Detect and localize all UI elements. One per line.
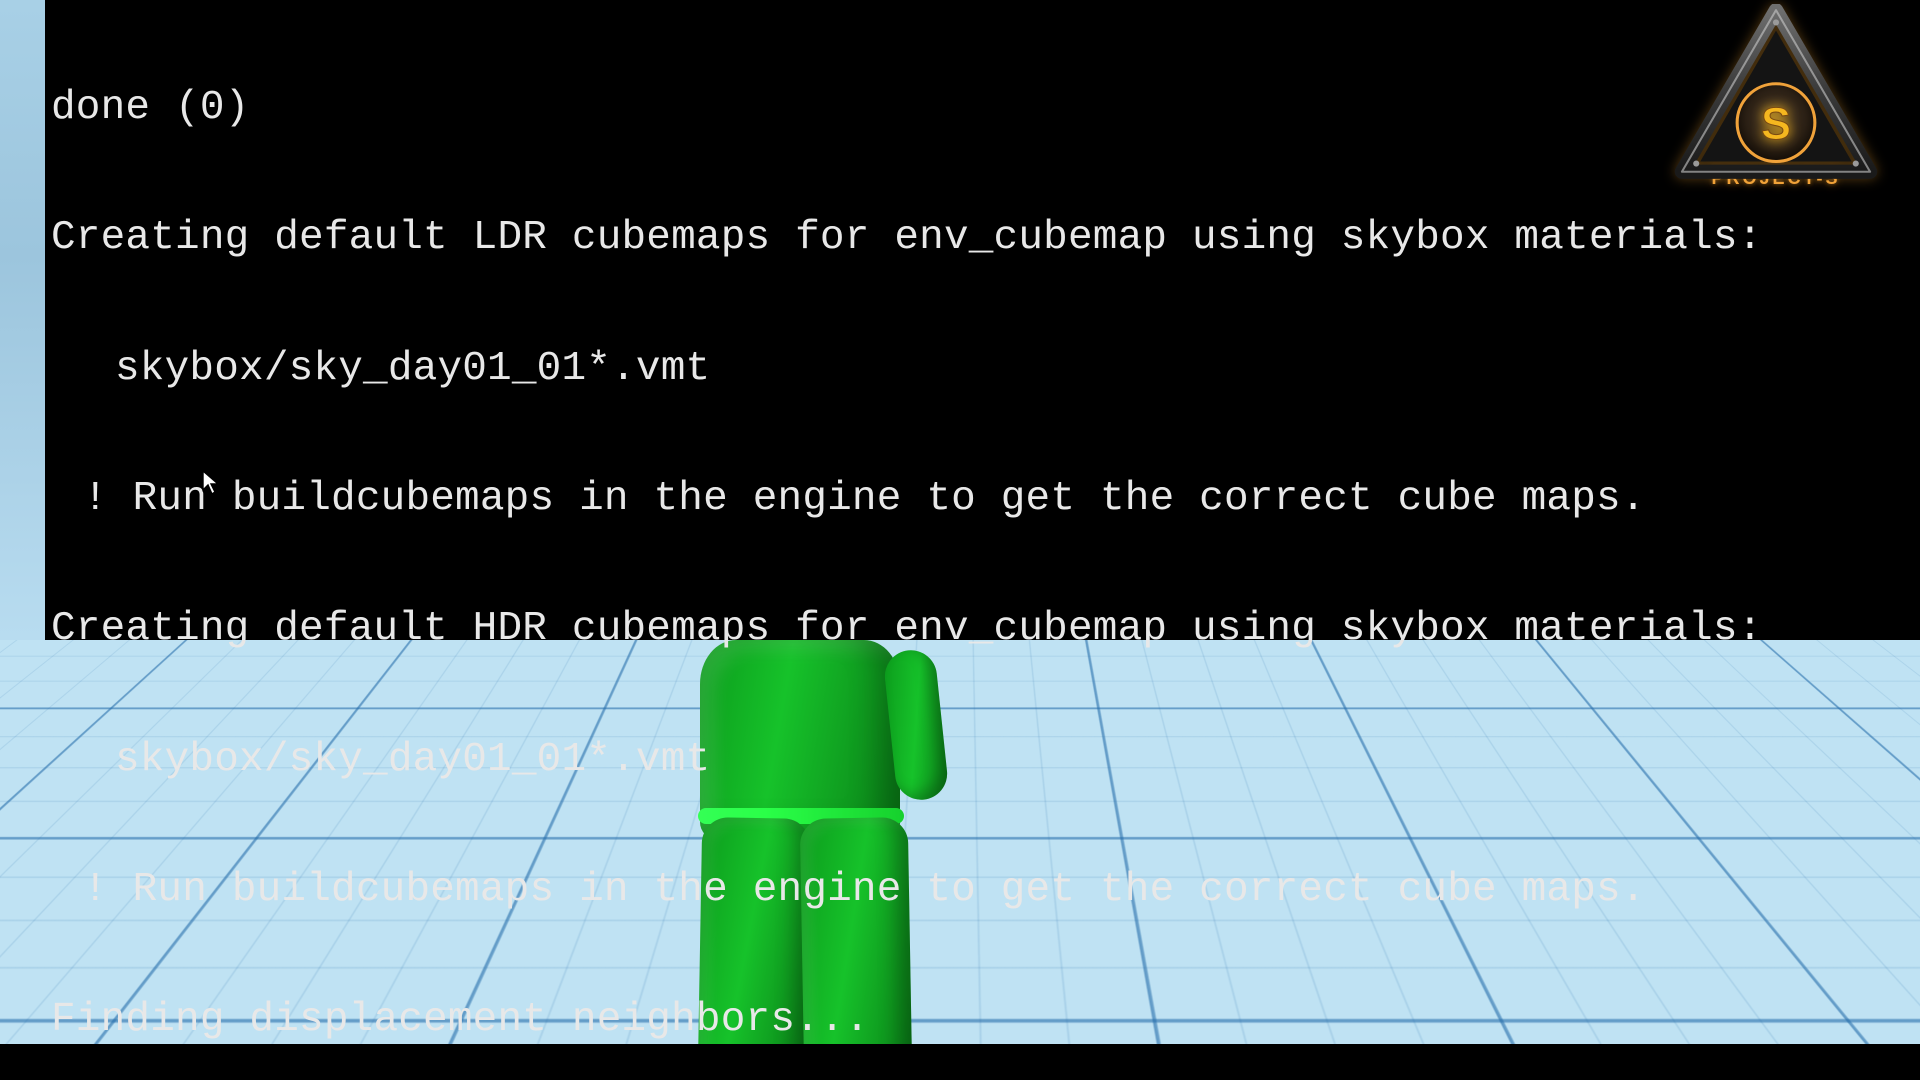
console-line: done (0) (51, 87, 1914, 130)
console-line: skybox/sky_day01_01*.vmt (51, 739, 1914, 782)
mouse-cursor-icon (202, 470, 220, 496)
console-line: ! Run buildcubemaps in the engine to get… (51, 869, 1914, 912)
compile-console: done (0) Creating default LDR cubemaps f… (45, 0, 1920, 640)
letterbox-bar (0, 1044, 1920, 1080)
console-line: Finding displacement neighbors... (51, 999, 1914, 1042)
project-logo: S PROJECT-S (1666, 4, 1886, 214)
console-line: skybox/sky_day01_01*.vmt (51, 348, 1914, 391)
console-line: ! Run buildcubemaps in the engine to get… (51, 478, 1914, 521)
scene-left-strip (0, 0, 45, 640)
console-line: Creating default HDR cubemaps for env_cu… (51, 608, 1914, 651)
logo-letter: S (1761, 98, 1791, 149)
triangle-logo-icon: S (1671, 4, 1881, 184)
console-line: Creating default LDR cubemaps for env_cu… (51, 217, 1914, 260)
